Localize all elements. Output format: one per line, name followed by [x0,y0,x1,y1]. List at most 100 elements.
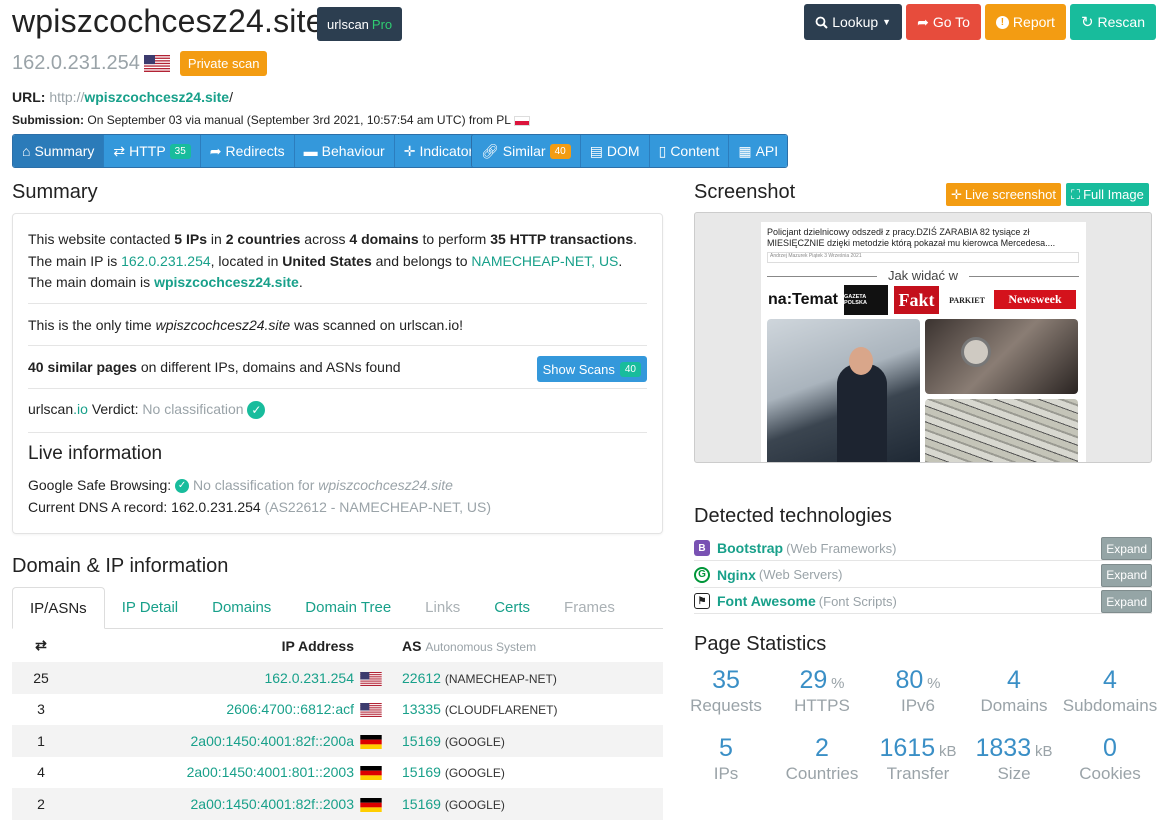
stat-unit: kB [1035,743,1053,760]
lookup-button[interactable]: Lookup ▼ [804,4,903,40]
asn-link[interactable]: NAMECHEAP-NET, US [471,253,618,269]
ip-link[interactable]: 2a00:1450:4001:801::2003 [187,764,354,780]
ip-address-link[interactable]: 2606:4700::6812:acf [70,694,360,726]
home-icon: ⌂ [22,143,31,159]
table-row: 2 2a00:1450:4001:82f::2003 15169 (GOOGLE) [12,788,663,820]
ip-address-link[interactable]: 2a00:1450:4001:82f::200a [70,725,360,757]
tab-frames[interactable]: Frames [547,587,632,628]
tab-api-label: API [755,143,779,159]
tab-http[interactable]: ⇄ HTTP 35 [104,135,201,167]
table-row: 3 2606:4700::6812:acf 13335 (CLOUDFLARENET… [12,694,663,726]
stat-label: Transfer [886,764,950,783]
ip-asn-table: ⇄ IP Address AS Autonomous System 25 162.… [12,629,663,820]
show-scans-count: 40 [619,361,641,377]
flag-cell [360,694,400,726]
stat-value-line: 5 [678,733,774,763]
live-info: Google Safe Browsing: ✓ No classificatio… [28,475,491,518]
screenshot-preview[interactable]: Policjant dzielnicowy odszedł z pracy.DZ… [694,212,1152,463]
text: The main domain is [28,274,155,290]
ip-link[interactable]: 162.0.231.254 [264,670,354,686]
tab-content[interactable]: ▯ Content [649,135,730,167]
tab-dom[interactable]: ▤ DOM [580,135,650,167]
submission-text: On September 03 via manual (September 3r… [87,113,511,127]
live-info-heading: Live information [28,443,163,464]
text: was scanned on urlscan.io! [290,317,463,333]
de-flag-icon [360,797,382,812]
domain-count: 4 domains [349,231,419,247]
tab-links[interactable]: Links [408,587,477,628]
summary-heading: Summary [12,181,98,203]
stat-value-line: 80 % [870,665,966,695]
asn-link[interactable]: 13335 [402,701,441,717]
tech-name-link[interactable]: Font Awesome [717,593,816,609]
tab-similar[interactable]: 🔗︎ Similar 40 [472,135,581,167]
tab-behaviour-label: Behaviour [321,143,385,159]
stat-label: IPv6 [900,696,936,715]
url-label: URL: [12,89,46,105]
as-name: (NAMECHEAP-NET) [444,671,557,686]
report-button[interactable]: ! Report [984,4,1066,40]
sort-exchange-icon[interactable]: ⇄ [12,629,70,662]
similar-pages-note: 40 similar pages on different IPs, domai… [28,357,401,379]
as-name: (GOOGLE) [444,766,505,781]
exchange-icon: ⇄ [113,142,126,159]
tab-certs[interactable]: Certs [477,587,547,628]
screenshot-page: Policjant dzielnicowy odszedł z pracy.DZ… [761,222,1086,462]
tab-redirects[interactable]: ➦ Redirects [200,135,295,167]
submission-label: Submission: [12,113,85,127]
de-flag-icon [360,734,382,749]
tab-content-label: Content [670,143,720,159]
tab-api[interactable]: ▦ API [729,135,788,167]
tab-domain-tree[interactable]: Domain Tree [288,587,408,628]
tab-ip-asns[interactable]: IP/ASNs [12,587,105,629]
asn-link[interactable]: 15169 [402,796,441,812]
tab-domains[interactable]: Domains [195,587,288,628]
stats-heading: Page Statistics [694,633,827,655]
full-image-button[interactable]: ⛶ Full Image [1066,183,1149,206]
main-domain-link[interactable]: wpiszcochcesz24.site [154,274,299,290]
expand-button[interactable]: Expand [1101,537,1152,560]
tab-summary[interactable]: ⌂ Summary [13,135,105,167]
expand-button[interactable]: Expand [1101,563,1152,587]
col-as: AS Autonomous System [400,629,663,662]
stat-label: Countries [785,764,859,783]
url-prefix: http:// [49,89,85,105]
ip-address-link[interactable]: 162.0.231.254 [70,662,360,694]
tech-row: ⚑ Font Awesome (Font Scripts) Expand [694,589,1152,614]
show-scans-button[interactable]: Show Scans 40 [536,356,647,382]
ip-link[interactable]: 2a00:1450:4001:82f::200a [191,733,355,749]
urlscan-pro-badge[interactable]: urlscan Pro [317,7,403,41]
asn-link[interactable]: 15169 [402,764,441,780]
tech-name-link[interactable]: Bootstrap [717,540,783,556]
tech-row: G Nginx (Web Servers) Expand [694,563,1152,588]
url-domain-link[interactable]: wpiszcochcesz24.site [84,89,229,105]
screenshot-jak-widac: Jak widać w [767,268,1079,283]
tab-ip-detail[interactable]: IP Detail [105,587,195,628]
expand-button[interactable]: Expand [1101,590,1152,613]
request-count: 4 [37,764,45,781]
asn-link[interactable]: 15169 [402,733,441,749]
col-flag [360,629,400,662]
ip-link[interactable]: 2606:4700::6812:acf [226,701,354,717]
tab-http-label: HTTP [129,143,166,159]
stat-value: 4 [1007,666,1021,694]
us-flag-icon [143,55,170,72]
gsb-label: Google Safe Browsing: [28,477,176,493]
ip-address-link[interactable]: 2a00:1450:4001:82f::2003 [70,788,360,820]
asn-link[interactable]: 22612 [402,670,441,686]
rescan-button[interactable]: ↻ Rescan [1069,4,1156,40]
country-name: United States [282,252,372,269]
de-flag-icon [360,766,382,781]
live-screenshot-button[interactable]: ✛ Live screenshot [946,183,1061,206]
main-ip-link[interactable]: 162.0.231.254 [121,253,211,269]
flag-cell [360,725,400,757]
dns-extra: (AS22612 - NAMECHEAP-NET, US) [264,498,491,515]
tab-behaviour[interactable]: ▬ Behaviour [294,135,395,167]
stat-value: 29 [799,666,828,694]
tech-name-link[interactable]: Nginx [717,567,756,583]
stat-value: 0 [1103,734,1117,762]
ip-link[interactable]: 2a00:1450:4001:82f::2003 [191,796,355,812]
stat-unit: % [831,675,845,692]
ip-address-link[interactable]: 2a00:1450:4001:801::2003 [70,757,360,789]
goto-button[interactable]: ➦ Go To [906,4,981,40]
